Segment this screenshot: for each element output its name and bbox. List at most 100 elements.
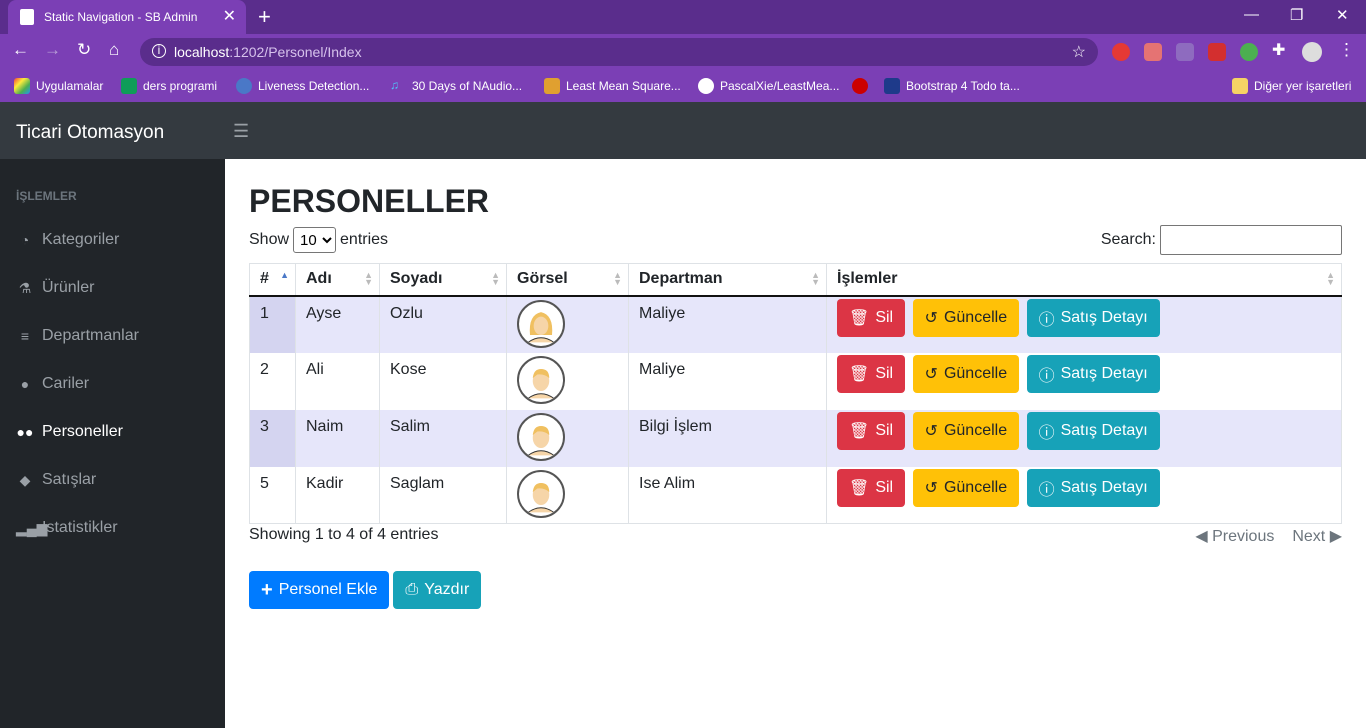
sidebar-item-cariler[interactable]: ● Cariler <box>16 375 89 393</box>
page-actions: + Personel Ekle ⎙ Yazdır <box>249 571 482 609</box>
mail-extension-icon[interactable] <box>1144 43 1162 61</box>
undo-icon: ↺ <box>924 309 938 327</box>
info-circle-icon: ⓘ <box>1038 424 1055 442</box>
extension-icon[interactable] <box>1112 43 1130 61</box>
cell-actions: 🗑 Sil ↺ Güncelle ⓘ Satış Detayı <box>826 352 1342 410</box>
extension-icon[interactable] <box>1240 43 1258 61</box>
page-title: PERSONELLER <box>249 183 490 219</box>
column-header-actions[interactable]: İşlemler ▲ ▼ <box>826 263 1342 297</box>
tags-icon: ◆ <box>19 471 31 488</box>
delete-button[interactable]: 🗑 Sil <box>837 298 906 337</box>
update-button[interactable]: ↺ Güncelle <box>912 298 1020 337</box>
minimize-icon[interactable]: — <box>1244 6 1259 23</box>
entries-label: entries <box>340 231 389 248</box>
cell-first-name: Ayse <box>295 295 380 353</box>
extension-icon[interactable] <box>1208 43 1226 61</box>
plus-icon: + <box>261 578 273 601</box>
update-button[interactable]: ↺ Güncelle <box>912 468 1020 507</box>
sidebar-item-personeller[interactable]: ●● Personeller <box>16 423 123 441</box>
reload-icon[interactable]: ↻ <box>77 40 91 60</box>
info-icon[interactable]: i <box>152 44 166 58</box>
length-control: Show 10 entries <box>249 227 388 253</box>
bookmark-star-icon[interactable]: ☆ <box>1072 42 1086 62</box>
cell-last-name: Saglam <box>379 466 507 524</box>
bookmark-item[interactable]: ♫ 30 Days of NAudio... <box>390 78 522 94</box>
update-button[interactable]: ↺ Güncelle <box>912 354 1020 393</box>
column-header-image[interactable]: Görsel ▲ ▼ <box>506 263 629 297</box>
home-icon[interactable]: ⌂ <box>109 40 119 60</box>
search-control: Search: <box>1101 225 1342 255</box>
personnel-table: # ▲ Adı ▲ ▼ Soyadı ▲ ▼ Görsel ▲ ▼ Departman ▲ ▼ İ… <box>249 263 1342 524</box>
table-row: 5 Kadir Saglam Ise Alim 🗑 Sil ↺ Güncelle ⓘ… <box>249 466 1342 524</box>
forward-icon[interactable]: → <box>44 40 61 60</box>
cell-last-name: Kose <box>379 352 507 410</box>
undo-icon: ↺ <box>924 479 938 497</box>
page-length-select[interactable]: 10 <box>293 227 337 253</box>
bookmark-item[interactable]: Liveness Detection... <box>236 78 369 94</box>
column-header-number[interactable]: # ▲ <box>249 263 296 297</box>
other-bookmarks[interactable]: Diğer yer işaretleri <box>1232 78 1351 94</box>
sidebar-item-kategoriler[interactable]: ◔ Kategoriler <box>16 231 120 249</box>
restore-icon[interactable]: ❐ <box>1290 6 1303 24</box>
add-personnel-button[interactable]: + Personel Ekle <box>249 571 390 609</box>
bookmark-item[interactable] <box>852 78 868 94</box>
bookmark-item[interactable]: Least Mean Square... <box>544 78 681 94</box>
trash-icon: 🗑 <box>849 365 870 383</box>
cell-department: Ise Alim <box>628 466 827 524</box>
bookmark-item[interactable]: Bootstrap 4 Todo ta... <box>884 78 1020 94</box>
column-header-first-name[interactable]: Adı ▲ ▼ <box>295 263 380 297</box>
table-info: Showing 1 to 4 of 4 entries <box>249 526 439 543</box>
sort-icon: ▲ ▼ <box>811 270 820 287</box>
sales-detail-button[interactable]: ⓘ Satış Detayı <box>1026 298 1160 337</box>
cell-last-name: Salim <box>379 409 507 467</box>
sidebar-item-istatistikler[interactable]: ▂▄▆ Istatistikler <box>16 519 118 537</box>
sales-detail-button[interactable]: ⓘ Satış Detayı <box>1026 468 1160 507</box>
address-bar[interactable]: i localhost:1202/Personel/Index ☆ <box>140 38 1098 66</box>
next-button[interactable]: Next ▶ <box>1292 526 1342 546</box>
column-header-last-name[interactable]: Soyadı ▲ ▼ <box>379 263 507 297</box>
sales-detail-button[interactable]: ⓘ Satış Detayı <box>1026 354 1160 393</box>
profile-avatar[interactable] <box>1302 42 1322 62</box>
browser-toolbar: ← → ↻ ⌂ i localhost:1202/Personel/Index … <box>0 34 1366 70</box>
delete-button[interactable]: 🗑 Sil <box>837 411 906 450</box>
folder-icon <box>1232 78 1248 94</box>
more-menu-icon[interactable]: ⋮ <box>1338 40 1355 60</box>
site-icon <box>852 78 868 94</box>
browser-tab[interactable]: Static Navigation - SB Admin ✕ <box>8 0 246 34</box>
new-tab-icon[interactable]: + <box>258 4 271 30</box>
caret-left-icon: ◀ <box>1195 528 1213 545</box>
column-header-department[interactable]: Departman ▲ ▼ <box>628 263 827 297</box>
close-tab-icon[interactable]: ✕ <box>223 6 236 26</box>
table-row: 2 Ali Kose Maliye 🗑 Sil ↺ Güncelle ⓘ Satış … <box>249 352 1342 410</box>
delete-button[interactable]: 🗑 Sil <box>837 468 906 507</box>
hamburger-icon[interactable]: ☰ <box>233 121 249 142</box>
cell-id: 1 <box>249 295 296 353</box>
cell-actions: 🗑 Sil ↺ Güncelle ⓘ Satış Detayı <box>826 409 1342 467</box>
bookmark-apps[interactable]: Uygulamalar <box>14 78 103 94</box>
brand[interactable]: Ticari Otomasyon <box>16 122 164 144</box>
trash-icon: 🗑 <box>849 309 870 327</box>
cell-image <box>506 352 629 410</box>
male-avatar-icon <box>517 469 565 518</box>
bookmark-item[interactable]: PascalXie/LeastMea... <box>698 78 839 94</box>
cell-first-name: Naim <box>295 409 380 467</box>
users-icon: ●● <box>16 424 34 440</box>
sidebar-item-urunler[interactable]: ⚗ Ürünler <box>16 279 95 297</box>
back-icon[interactable]: ← <box>12 40 29 60</box>
browser-tab-strip: Static Navigation - SB Admin ✕ + — ❐ ✕ <box>0 0 1366 34</box>
print-button[interactable]: ⎙ Yazdır <box>393 571 482 609</box>
cell-id: 2 <box>249 352 296 410</box>
puzzle-icon[interactable]: ✚ <box>1272 40 1290 59</box>
sales-detail-button[interactable]: ⓘ Satış Detayı <box>1026 411 1160 450</box>
translate-extension-icon[interactable] <box>1176 43 1194 61</box>
cell-department: Bilgi İşlem <box>628 409 827 467</box>
previous-button[interactable]: ◀ Previous <box>1195 526 1274 546</box>
close-window-icon[interactable]: ✕ <box>1336 6 1349 24</box>
search-input[interactable] <box>1160 225 1342 255</box>
sidebar-item-satislar[interactable]: ◆ Satışlar <box>16 471 97 489</box>
update-button[interactable]: ↺ Güncelle <box>912 411 1020 450</box>
bookmark-item[interactable]: ders programi <box>121 78 217 94</box>
sidebar-item-departmanlar[interactable]: ≡ Departmanlar <box>16 327 139 345</box>
music-icon: ♫ <box>390 78 399 92</box>
delete-button[interactable]: 🗑 Sil <box>837 354 906 393</box>
